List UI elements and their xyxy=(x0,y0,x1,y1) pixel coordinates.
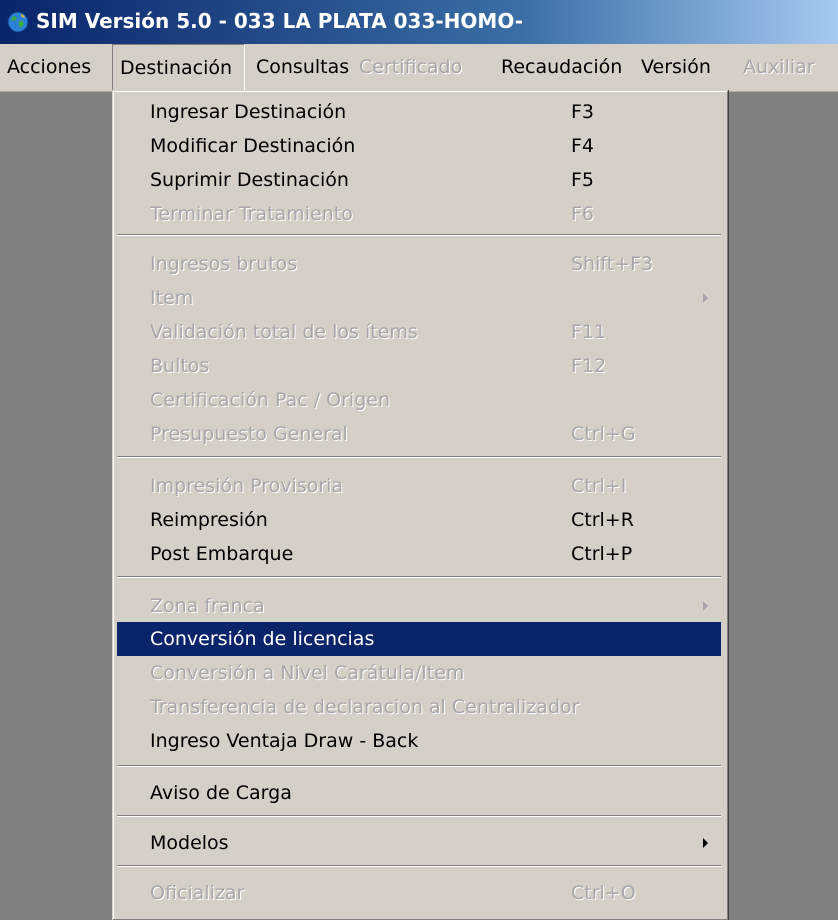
menu-separator xyxy=(117,815,721,817)
menu-item-aviso-de-carga[interactable]: Aviso de Carga xyxy=(117,776,721,810)
menu-item-shortcut: F5 xyxy=(571,169,595,191)
menu-item-label: Terminar Tratamiento xyxy=(150,203,353,225)
menu-certificado: Certificado xyxy=(359,56,463,78)
menu-separator xyxy=(117,456,721,458)
menu-item-presupuesto-general: Presupuesto General Ctrl+G xyxy=(117,417,721,451)
menu-acciones[interactable]: Acciones xyxy=(0,44,98,91)
menu-item-ingreso-ventaja-draw-back[interactable]: Ingreso Ventaja Draw - Back xyxy=(117,724,721,758)
menu-item-post-embarque[interactable]: Post Embarque Ctrl+P xyxy=(117,537,721,571)
menu-item-label: Modelos xyxy=(150,832,229,854)
menu-item-label: Ingreso Ventaja Draw - Back xyxy=(150,730,419,752)
menu-item-shortcut: Ctrl+O xyxy=(571,882,636,904)
menu-version[interactable]: Versión xyxy=(634,44,718,91)
menu-item-shortcut: F11 xyxy=(571,321,607,343)
menu-item-shortcut: F4 xyxy=(571,135,595,157)
menu-item-shortcut: Ctrl+I xyxy=(571,475,627,497)
menu-separator xyxy=(117,865,721,867)
menu-item-item: Item xyxy=(117,281,721,315)
menu-item-shortcut: Ctrl+P xyxy=(571,543,633,565)
title-bar[interactable]: SIM Versión 5.0 - 033 LA PLATA 033-HOMO- xyxy=(0,0,838,44)
menu-item-shortcut: F12 xyxy=(571,355,607,377)
menu-consultas[interactable]: Consultas xyxy=(249,44,356,91)
menu-item-label: Conversión de licencias xyxy=(150,628,375,650)
menu-separator xyxy=(117,234,721,236)
menu-separator xyxy=(117,576,721,578)
menu-item-suprimir-destinacion[interactable]: Suprimir Destinación F5 xyxy=(117,163,721,197)
menu-item-zona-franca: Zona franca xyxy=(117,589,721,623)
menu-item-label: Ingresos brutos xyxy=(150,253,298,275)
menu-item-label: Modificar Destinación xyxy=(150,135,356,157)
menu-destinacion[interactable]: Destinación xyxy=(112,44,245,91)
menu-separator xyxy=(117,765,721,767)
menu-item-shortcut: Ctrl+G xyxy=(571,423,636,445)
menu-item-modificar-destinacion[interactable]: Modificar Destinación F4 xyxy=(117,129,721,163)
menu-item-label: Ingresar Destinación xyxy=(150,101,347,123)
menu-item-label: Presupuesto General xyxy=(150,423,348,445)
menu-bar: Acciones Destinación Consultas Certifica… xyxy=(0,44,838,92)
menu-item-conversion-nivel-caratula: Conversión a Nivel Carátula/Item xyxy=(117,656,721,690)
menu-item-label: Certificación Pac / Origen xyxy=(150,389,390,411)
menu-item-ingresos-brutos: Ingresos brutos Shift+F3 xyxy=(117,247,721,281)
menu-item-transferencia-declaracion: Transferencia de declaracion al Centrali… xyxy=(117,690,721,724)
submenu-arrow-icon xyxy=(703,601,708,611)
menu-item-conversion-licencias[interactable]: Conversión de licencias xyxy=(117,622,721,656)
menu-item-label: Conversión a Nivel Carátula/Item xyxy=(150,662,465,684)
menu-item-terminar-tratamiento: Terminar Tratamiento F6 xyxy=(117,197,721,231)
menu-item-label: Aviso de Carga xyxy=(150,782,292,804)
menu-item-shortcut: Shift+F3 xyxy=(571,253,654,275)
menu-item-shortcut: F3 xyxy=(571,101,595,123)
destinacion-dropdown-menu: Ingresar Destinación F3 Modificar Destin… xyxy=(112,90,728,920)
menu-item-label: Bultos xyxy=(150,355,210,377)
globe-icon xyxy=(7,11,29,33)
menu-item-bultos: Bultos F12 xyxy=(117,349,721,383)
submenu-arrow-icon xyxy=(703,293,708,303)
menu-item-label: Oficializar xyxy=(150,882,245,904)
menu-auxiliar: Auxiliar xyxy=(743,56,815,78)
menu-item-validacion-total: Validación total de los ítems F11 xyxy=(117,315,721,349)
menu-item-oficializar: Oficializar Ctrl+O xyxy=(117,876,721,910)
menu-item-label: Impresión Provisoria xyxy=(150,475,344,497)
menu-item-label: Validación total de los ítems xyxy=(150,321,418,343)
menu-item-label: Post Embarque xyxy=(150,543,294,565)
menu-item-label: Transferencia de declaracion al Centrali… xyxy=(150,696,580,718)
menu-item-impresion-provisoria: Impresión Provisoria Ctrl+I xyxy=(117,469,721,503)
menu-item-label: Reimpresión xyxy=(150,509,268,531)
menu-item-modelos[interactable]: Modelos xyxy=(117,826,721,860)
submenu-arrow-icon xyxy=(703,838,708,848)
menu-item-reimpresion[interactable]: Reimpresión Ctrl+R xyxy=(117,503,721,537)
menu-item-ingresar-destinacion[interactable]: Ingresar Destinación F3 xyxy=(117,95,721,129)
menu-item-shortcut: Ctrl+R xyxy=(571,509,634,531)
window-title: SIM Versión 5.0 - 033 LA PLATA 033-HOMO- xyxy=(36,9,524,33)
menu-item-label: Suprimir Destinación xyxy=(150,169,349,191)
menu-item-label: Item xyxy=(150,287,194,309)
menu-item-certificacion-pac: Certificación Pac / Origen xyxy=(117,383,721,417)
menu-recaudacion[interactable]: Recaudación xyxy=(494,44,629,91)
menu-item-shortcut: F6 xyxy=(571,203,595,225)
menu-item-label: Zona franca xyxy=(150,595,265,617)
